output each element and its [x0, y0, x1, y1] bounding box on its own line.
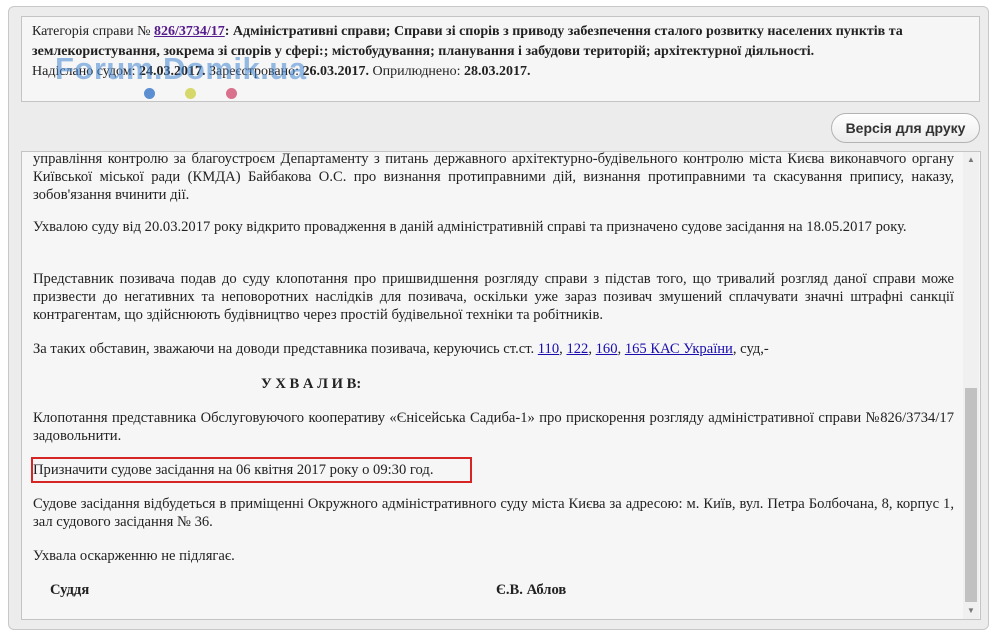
separator: , [588, 341, 596, 357]
scroll-up-arrow-icon[interactable]: ▲ [963, 152, 979, 168]
published-date: 28.03.2017. [464, 64, 531, 79]
vertical-scrollbar[interactable]: ▲ ▼ [963, 152, 979, 619]
article-122-link[interactable]: 122 [566, 341, 588, 357]
hearing-date-highlight [31, 457, 472, 483]
grounds-prefix: За таких обставин, зважаючи на доводи пр… [33, 341, 538, 357]
case-number-link[interactable]: 826/3734/17 [154, 24, 225, 39]
article-165-link[interactable]: 165 КАС України [625, 341, 733, 357]
article-160-link[interactable]: 160 [596, 341, 618, 357]
paragraph-no-appeal: Ухвала оскарженню не підлягає. [33, 548, 235, 564]
watermark-dot-blue [144, 88, 155, 99]
watermark-dot-yellow [185, 88, 196, 99]
signature-label: Суддя [50, 582, 90, 598]
category-prefix: Категорія справи № [32, 24, 154, 39]
watermark-dot-pink [226, 88, 237, 99]
print-version-button[interactable]: Версія для друку [831, 113, 980, 143]
signature-name: Є.В. Аблов [496, 582, 567, 598]
paragraph-hearing-location: Судове засідання відбудеться в приміщенн… [33, 496, 954, 530]
article-110-link[interactable]: 110 [538, 341, 559, 357]
paragraph-grounds: За таких обставин, зважаючи на доводи пр… [33, 340, 954, 358]
separator: , [617, 341, 625, 357]
grounds-suffix: , суд,- [732, 341, 769, 357]
ruling-heading: У Х В А Л И В: [261, 376, 362, 392]
paragraph-granted: Клопотання представника Обслуговуючого к… [33, 410, 954, 444]
paragraph-respondent: управління контролю за благоустроєм Депа… [33, 151, 954, 203]
scroll-down-arrow-icon[interactable]: ▼ [963, 603, 979, 619]
paragraph-ruling: Ухвалою суду від 20.03.2017 року відкрит… [33, 219, 907, 235]
document-content: управління контролю за благоустроєм Депа… [21, 151, 981, 620]
watermark-logo: Forum.Domik.ua [55, 51, 307, 86]
published-label: Оприлюднено: [368, 64, 465, 79]
registered-date: 26.03.2017. [302, 64, 369, 79]
paragraph-motion: Представник позивача подав до суду клопо… [33, 271, 954, 323]
scrollbar-thumb[interactable] [965, 388, 977, 602]
